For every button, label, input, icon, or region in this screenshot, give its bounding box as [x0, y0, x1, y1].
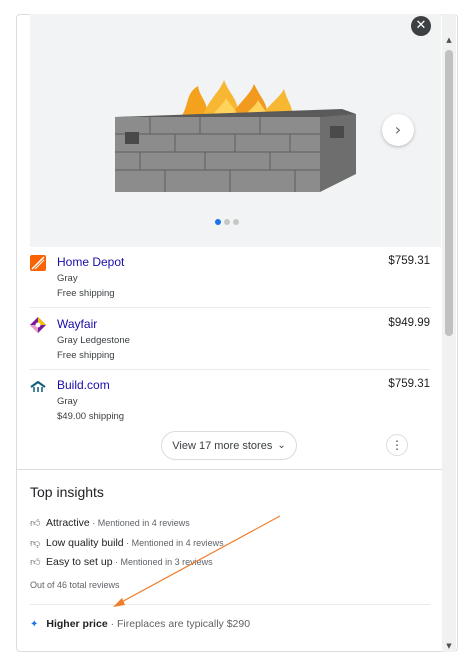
view-more-stores-button[interactable]: View 17 more stores ⌄ [161, 431, 297, 460]
store-price: $759.31 [388, 255, 430, 267]
more-options-button[interactable]: ⋮ [386, 434, 408, 456]
insight-meta: · Mentioned in 4 reviews [89, 518, 190, 528]
insight-label: Low quality build [46, 537, 124, 549]
scroll-down-arrow-icon[interactable]: ▼ [445, 642, 453, 650]
insight-item: 👍︎ Attractive · Mentioned in 4 reviews [30, 517, 190, 533]
fire-pit-image [115, 80, 356, 192]
store-row-home-depot[interactable]: Home Depot Gray Free shipping $759.31 [30, 248, 430, 308]
thumbs-up-icon: 👍︎ [30, 557, 41, 568]
product-variant: Gray [57, 396, 78, 407]
insight-item: 👎︎ Low quality build · Mentioned in 4 rev… [30, 537, 224, 553]
product-variant: Gray Ledgestone [57, 335, 130, 346]
divider [30, 369, 430, 370]
insight-label: Easy to set up [46, 556, 113, 568]
divider [30, 307, 430, 308]
close-button[interactable]: ✕ [411, 16, 431, 36]
carousel-dot[interactable] [215, 219, 221, 225]
carousel-dot[interactable] [233, 219, 239, 225]
carousel-indicator [215, 219, 239, 225]
divider [30, 604, 430, 605]
price-insight: ✦ Higher price · Fireplaces are typically… [30, 618, 250, 630]
store-row-build-com[interactable]: Build.com Gray $49.00 shipping $759.31 [30, 371, 430, 431]
total-reviews: Out of 46 total reviews [30, 580, 120, 590]
shipping-info: Free shipping [57, 288, 115, 299]
carousel-dot[interactable] [224, 219, 230, 225]
product-image-carousel[interactable] [30, 14, 441, 247]
shipping-info: Free shipping [57, 350, 115, 361]
thumbs-down-icon: 👎︎ [30, 538, 41, 549]
wayfair-logo-icon [30, 317, 46, 333]
scrollbar[interactable]: ▲ ▼ [442, 14, 456, 652]
section-divider [17, 469, 442, 470]
insights-title: Top insights [30, 484, 104, 500]
build-com-logo-icon [30, 380, 46, 392]
insight-item: 👍︎ Easy to set up · Mentioned in 3 review… [30, 556, 213, 572]
price-insight-meta: · Fireplaces are typically $290 [107, 618, 251, 630]
insight-meta: · Mentioned in 3 reviews [112, 557, 213, 567]
view-more-stores-label: View 17 more stores [172, 439, 273, 452]
store-name[interactable]: Home Depot [57, 255, 124, 269]
price-insight-label: Higher price [46, 618, 108, 630]
store-row-wayfair[interactable]: Wayfair Gray Ledgestone Free shipping $9… [30, 310, 430, 370]
shipping-info: $49.00 shipping [57, 411, 125, 422]
store-name[interactable]: Wayfair [57, 317, 97, 331]
thumbs-up-icon: 👍︎ [30, 518, 41, 529]
insight-label: Attractive [46, 517, 90, 529]
sparkle-icon: ✦ [30, 619, 39, 630]
store-price: $759.31 [388, 378, 430, 390]
home-depot-logo-icon [30, 255, 46, 271]
scroll-thumb[interactable] [445, 50, 453, 336]
scroll-up-arrow-icon[interactable]: ▲ [445, 36, 453, 44]
store-price: $949.99 [388, 317, 430, 329]
chevron-down-icon: ⌄ [277, 440, 286, 451]
next-image-button[interactable]: › [382, 114, 414, 146]
store-name[interactable]: Build.com [57, 378, 110, 392]
product-variant: Gray [57, 273, 78, 284]
insight-meta: · Mentioned in 4 reviews [123, 538, 224, 548]
